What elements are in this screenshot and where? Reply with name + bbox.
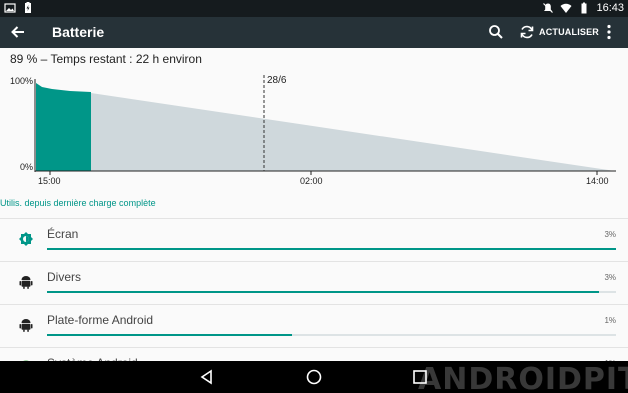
list-item-plate-forme-android[interactable]: Plate-forme Android 1% — [0, 304, 628, 346]
status-bar: 16:43 — [0, 0, 628, 17]
battery-notification-icon — [25, 2, 31, 13]
graph-history-area — [36, 83, 91, 171]
graph-y-bottom-label: 0% — [20, 162, 33, 172]
home-nav-icon[interactable] — [305, 368, 323, 386]
watermark: ANDROIDPIT — [418, 362, 628, 393]
page-title: Batterie — [52, 24, 105, 40]
list-item-label: Écran — [47, 227, 79, 241]
list-item-label: Plate-forme Android — [47, 313, 154, 327]
image-notification-icon — [4, 3, 16, 13]
status-time: 16:43 — [596, 2, 624, 14]
list-divider — [0, 304, 628, 305]
usage-bar-fill — [47, 291, 599, 293]
graph-x-label: 02:00 — [300, 176, 323, 186]
battery-icon — [581, 2, 587, 14]
search-icon[interactable] — [487, 23, 505, 41]
list-item-label: Divers — [47, 270, 82, 284]
list-item-percent: 3% — [604, 273, 616, 282]
wifi-icon — [560, 3, 572, 13]
usage-section-label: Utilis. depuis dernière charge complète — [0, 198, 156, 208]
refresh-icon — [520, 25, 534, 39]
list-item-percent: 3% — [604, 230, 616, 239]
back-nav-icon[interactable] — [198, 368, 216, 386]
android-icon — [19, 276, 33, 289]
back-arrow-icon[interactable] — [8, 22, 28, 42]
battery-summary: 89 % – Temps restant : 22 h environ — [10, 52, 202, 66]
usage-bar-fill — [47, 334, 292, 336]
list-divider — [0, 347, 628, 348]
usage-bar-fill — [47, 248, 616, 250]
battery-graph: 28/6 100% 0% 15:00 02:00 14:00 — [10, 75, 616, 186]
list-item-percent: 1% — [604, 316, 616, 325]
overflow-menu-icon[interactable] — [602, 23, 616, 41]
usage-bar — [47, 291, 616, 293]
graph-projection-area — [91, 93, 615, 171]
android-icon — [19, 319, 33, 332]
app-toolbar: Batterie ACTUALISER — [0, 17, 628, 48]
graph-x-label: 14:00 — [586, 176, 609, 186]
graph-day-marker-label: 28/6 — [267, 75, 287, 86]
list-item-ecran[interactable]: Écran 3% — [0, 218, 628, 260]
mute-notification-icon — [543, 3, 554, 13]
graph-x-label: 15:00 — [38, 176, 61, 186]
usage-bar — [47, 248, 616, 250]
list-divider — [0, 218, 628, 219]
list-item-divers[interactable]: Divers 3% — [0, 261, 628, 303]
refresh-button[interactable]: ACTUALISER — [519, 23, 599, 41]
brightness-icon — [19, 232, 33, 246]
refresh-label: ACTUALISER — [539, 27, 599, 37]
list-divider — [0, 261, 628, 262]
usage-bar — [47, 334, 616, 336]
graph-y-top-label: 100% — [10, 76, 33, 86]
